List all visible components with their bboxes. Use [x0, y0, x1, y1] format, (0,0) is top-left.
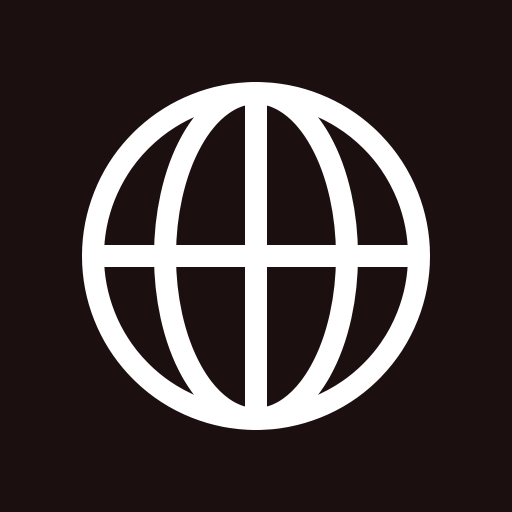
- globe-icon: [0, 0, 512, 512]
- globe-strokes: [82, 82, 430, 430]
- icon-canvas: [0, 0, 512, 512]
